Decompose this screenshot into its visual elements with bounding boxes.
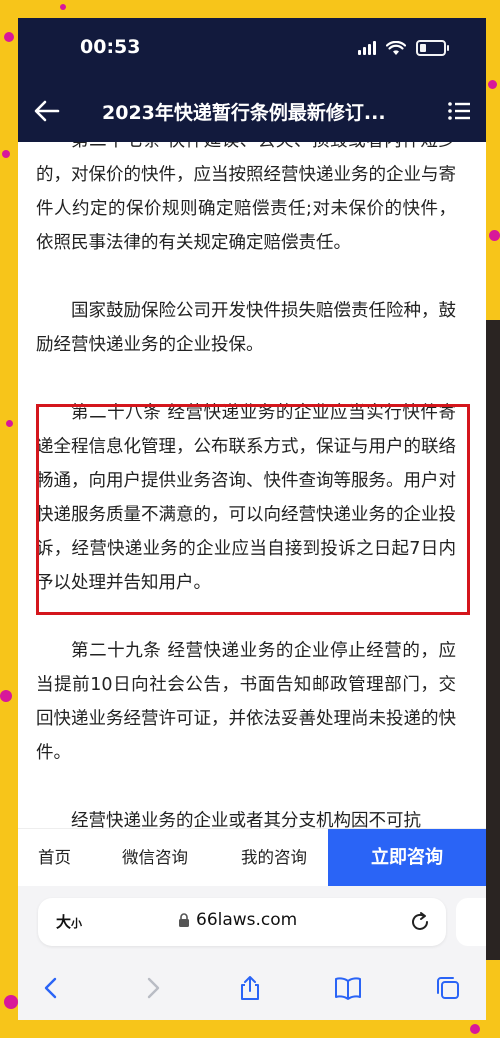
reload-icon[interactable] — [408, 910, 432, 934]
status-icons — [358, 40, 449, 56]
wifi-icon — [386, 40, 406, 55]
url-display: 66laws.com — [178, 910, 297, 930]
next-tab-preview[interactable] — [456, 898, 486, 946]
background-dot — [4, 32, 14, 42]
cellular-signal-icon — [358, 41, 376, 55]
background-dot — [6, 420, 13, 427]
status-bar: 00:53 — [18, 18, 486, 82]
bottom-nav: 首页 微信咨询 我的咨询 立即咨询 — [18, 828, 486, 887]
status-time: 00:53 — [80, 36, 141, 58]
browser-chrome: 大小 66laws.com — [18, 886, 486, 1020]
background-dot — [470, 1024, 480, 1034]
browser-forward-icon[interactable] — [138, 974, 166, 1002]
lock-icon — [179, 912, 189, 927]
article-content: 第二十七条 快件延误、丢失、损毁或者内件短少的，对保价的快件，应当按照经营快递业… — [18, 142, 486, 828]
page-title: 2023年快递暂行条例最新修订... — [102, 102, 386, 124]
text-size-big: 大 — [56, 913, 72, 931]
header-bar: 2023年快递暂行条例最新修订... — [18, 82, 486, 142]
article-paragraph: 第二十九条 经营快递业务的企业停止经营的，应当提前10日向社会公告，书面告知邮政… — [36, 641, 456, 763]
nav-my-consult[interactable]: 我的咨询 — [241, 829, 307, 887]
back-arrow-icon[interactable] — [32, 96, 62, 126]
nav-home[interactable]: 首页 — [38, 829, 71, 887]
background-dot — [60, 4, 66, 10]
battery-icon — [416, 40, 449, 56]
browser-back-icon[interactable] — [38, 974, 66, 1002]
highlight-box — [36, 404, 470, 615]
consult-now-button[interactable]: 立即咨询 — [328, 829, 486, 887]
background-dot — [0, 690, 12, 702]
text-size-button[interactable]: 大小 — [56, 911, 82, 932]
address-bar[interactable]: 大小 66laws.com — [38, 898, 446, 946]
background-dot — [489, 230, 500, 241]
share-icon[interactable] — [236, 974, 264, 1002]
article-paragraph: 第二十七条 快件延误、丢失、损毁或者内件短少的，对保价的快件，应当按照经营快递业… — [36, 142, 456, 253]
bookmarks-icon[interactable] — [334, 974, 362, 1002]
article-paragraph: 经营快递业务的企业或者其分支机构因不可抗 — [71, 811, 421, 828]
tabs-icon[interactable] — [434, 974, 462, 1002]
background-dot — [2, 150, 10, 158]
domain-text: 66laws.com — [196, 910, 298, 930]
nav-wechat-consult[interactable]: 微信咨询 — [122, 829, 188, 887]
article-paragraph: 国家鼓励保险公司开发快件损失赔偿责任险种，鼓励经营快递业务的企业投保。 — [36, 301, 456, 355]
phone-screen: 00:53 2023年快递暂行条例最新修订... 第二十七条 快件延误、丢失、损… — [18, 18, 486, 1020]
background-dot — [488, 80, 497, 89]
text-size-small: 小 — [71, 917, 83, 930]
list-menu-icon[interactable] — [446, 98, 472, 124]
background-dot — [4, 995, 18, 1009]
